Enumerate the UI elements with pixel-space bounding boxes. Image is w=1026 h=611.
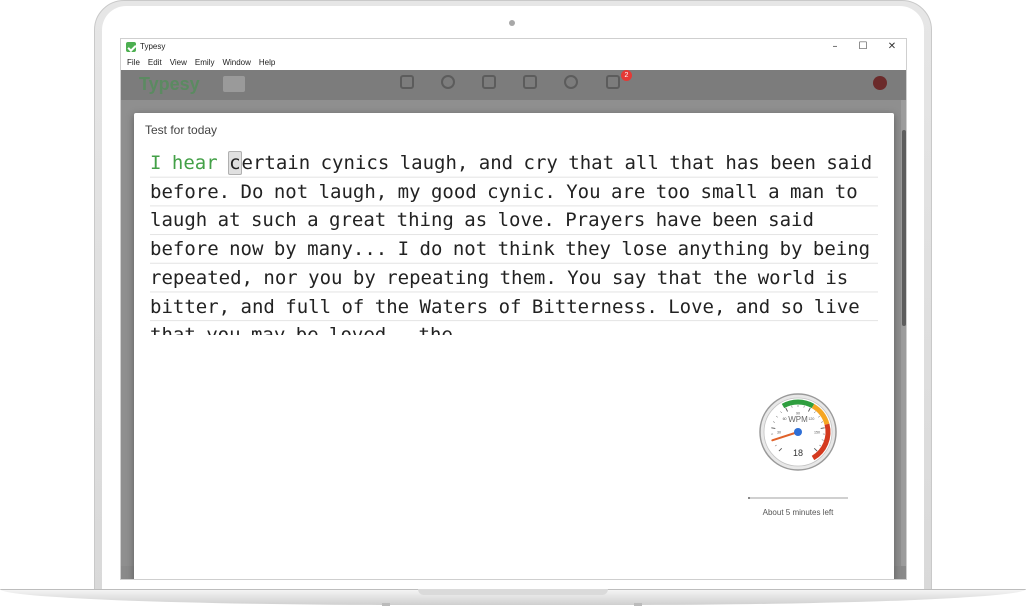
keyboard-icon[interactable] [482,75,496,89]
star-icon[interactable] [564,75,578,89]
typing-area[interactable]: I hear certain cynics laugh, and cry tha… [150,149,878,335]
laptop-mockup: Typesy – ☐ ✕ File Edit View Emily Window… [0,0,1026,611]
typesy-logo-icon [126,42,136,52]
app-window: Typesy – ☐ ✕ File Edit View Emily Window… [120,38,907,580]
avatar[interactable] [873,76,887,90]
wpm-speedometer: 30 60 90 120 150 WPM 18 [758,392,838,472]
lightbulb-icon[interactable] [441,75,455,89]
wpm-value: 18 [792,448,803,458]
laptop-base-notch [418,589,608,595]
brand-dropdown-button[interactable] [223,76,245,92]
home-icon[interactable] [400,75,414,89]
menu-user[interactable]: Emily [191,56,219,70]
chart-icon[interactable] [523,75,537,89]
window-title: Typesy [140,42,166,51]
brand-logo: Typesy [139,74,200,94]
dial-tick [820,427,825,429]
scrollbar-thumb[interactable] [902,130,906,326]
app-background: Typesy 2 f t ◎ ▶ Test for toda [121,70,906,579]
title-bar: Typesy – ☐ ✕ [121,39,906,56]
close-button[interactable]: ✕ [882,40,902,54]
menu-window[interactable]: Window [218,56,254,70]
typing-passage: I hear certain cynics laugh, and cry tha… [150,149,878,335]
app-toolbar: Typesy 2 [121,70,906,100]
dial-tick-label: 30 [777,431,781,435]
dialog-title: Test for today [145,123,218,137]
notification-badge: 2 [621,70,632,81]
menu-file[interactable]: File [123,56,144,70]
typing-test-dialog: Test for today I hear certain cynics lau… [134,113,894,579]
clipboard-icon[interactable] [606,75,620,89]
time-progress-fill [748,497,750,499]
maximize-button[interactable]: ☐ [853,40,873,54]
needle-hub [794,428,802,436]
menu-edit[interactable]: Edit [144,56,166,70]
current-character: c [228,151,242,175]
laptop-foot [382,603,390,606]
time-progress-bar [748,497,848,499]
dial-tick-label: 150 [814,431,820,435]
typed-text: I hear [150,152,218,174]
menu-view[interactable]: View [166,56,191,70]
menu-help[interactable]: Help [255,56,279,70]
dial-tick [771,427,776,429]
speedometer-dial: 306090120150 [759,393,837,471]
minimize-button[interactable]: – [825,40,845,54]
laptop-foot [634,603,642,606]
remaining-text: ertain cynics laugh, and cry that all th… [150,152,873,335]
menu-bar: File Edit View Emily Window Help [121,56,906,70]
webcam-icon [509,20,515,26]
time-remaining-label: About 5 minutes left [762,508,834,517]
wpm-label: WPM [788,415,808,424]
